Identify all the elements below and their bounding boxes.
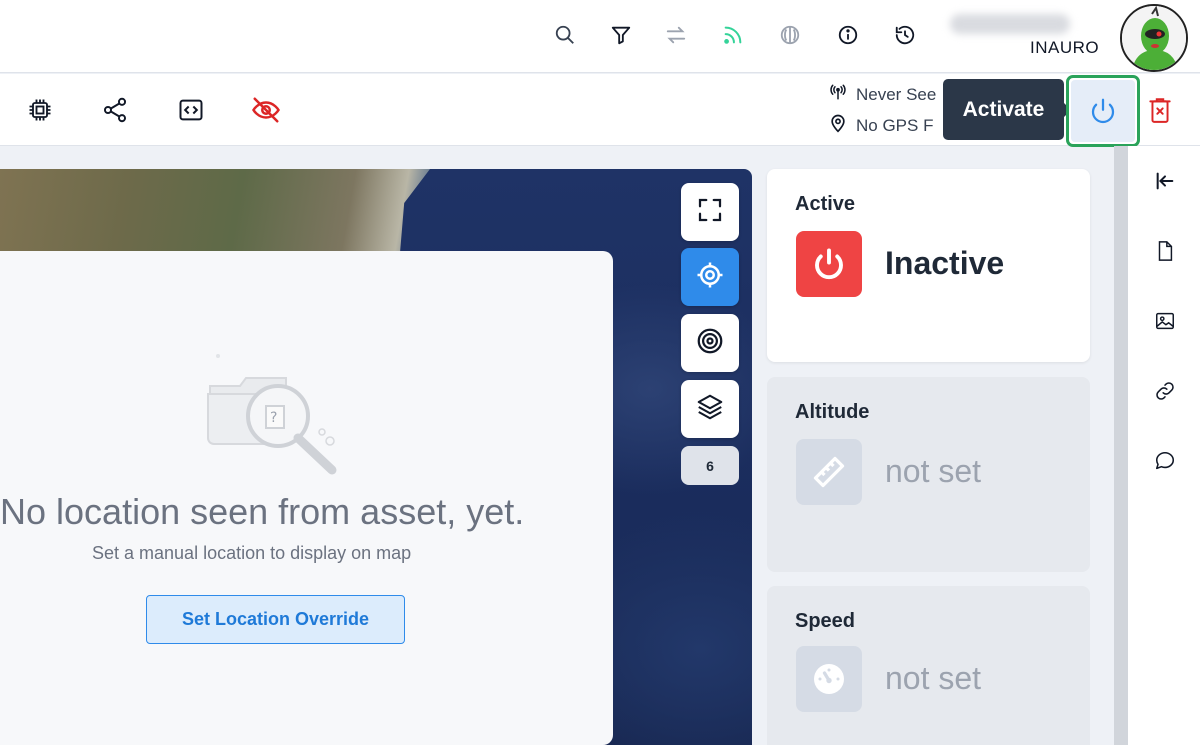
info-icon[interactable] (835, 22, 861, 48)
altitude-card-title: Altitude (795, 401, 870, 423)
username: INAURO (1030, 38, 1100, 57)
speed-card-value: not set (885, 660, 982, 696)
transfer-icon[interactable] (663, 22, 689, 48)
share-icon[interactable] (99, 94, 131, 126)
filter-icon[interactable] (608, 22, 634, 48)
active-card-value: Inactive (885, 245, 1005, 281)
empty-location-illustration: ? (200, 346, 350, 491)
no-location-subtitle: Set a manual location to display on map (92, 543, 412, 563)
no-location-title: No location seen from asset, yet. (0, 491, 525, 532)
signal-icon (828, 83, 848, 106)
no-location-panel: ? No location seen from asset, yet. Set … (0, 251, 613, 745)
set-location-override-button[interactable]: Set Location Override (146, 595, 405, 644)
gauge-icon (796, 646, 862, 712)
search-icon[interactable] (552, 22, 578, 48)
layers-button[interactable] (681, 380, 739, 438)
chat-icon[interactable] (1152, 448, 1178, 474)
link-icon[interactable] (1152, 378, 1178, 404)
target-icon (695, 326, 725, 361)
last-seen-text: Never See (856, 84, 937, 104)
code-icon[interactable] (175, 94, 207, 126)
gps-text: No GPS F (856, 115, 934, 135)
blurred-account-name (950, 14, 1070, 34)
gps-status: No GPS F (828, 113, 958, 138)
location-pin-icon (828, 113, 848, 138)
right-sidebar (1128, 146, 1200, 745)
activate-tooltip: Activate (943, 79, 1071, 140)
activate-button[interactable] (1066, 75, 1140, 147)
active-card-title: Active (795, 193, 856, 215)
speed-card: Speed not set (767, 586, 1090, 745)
locate-icon (695, 260, 725, 295)
collapse-left-icon[interactable] (1152, 168, 1178, 194)
altitude-card: Altitude not set (767, 377, 1090, 572)
svg-text:?: ? (270, 410, 277, 426)
avatar[interactable] (1120, 4, 1188, 72)
fullscreen-icon (695, 195, 725, 230)
locate-button[interactable] (681, 248, 739, 306)
fullscreen-button[interactable] (681, 183, 739, 241)
power-icon (796, 231, 862, 297)
map-land-terrain (0, 169, 430, 254)
image-icon[interactable] (1152, 308, 1178, 334)
altitude-card-value: not set (885, 453, 982, 489)
last-seen-status: Never See (828, 83, 958, 106)
scrollbar[interactable] (1114, 146, 1128, 745)
active-card: Active Inactive (767, 169, 1090, 362)
top-bar: INAURO (0, 0, 1200, 73)
layer-count-badge[interactable]: 6 (681, 446, 739, 485)
feed-icon[interactable] (720, 22, 746, 48)
chip-icon[interactable] (24, 94, 56, 126)
layers-icon (695, 392, 725, 427)
target-button[interactable] (681, 314, 739, 372)
speed-card-title: Speed (795, 610, 856, 632)
ruler-icon (796, 439, 862, 505)
power-icon (1071, 80, 1135, 142)
document-icon[interactable] (1152, 238, 1178, 264)
history-icon[interactable] (892, 22, 918, 48)
circle-half-icon[interactable] (777, 22, 803, 48)
eye-off-icon[interactable] (250, 94, 282, 126)
delete-icon[interactable] (1147, 96, 1173, 124)
